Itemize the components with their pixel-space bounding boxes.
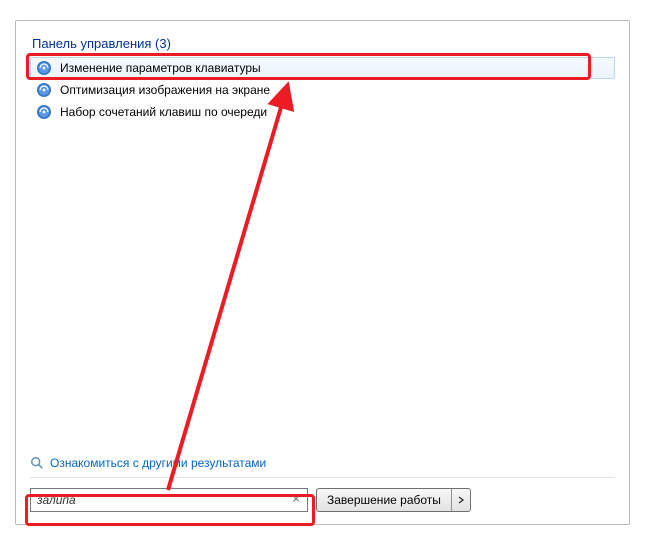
result-label: Оптимизация изображения на экране — [60, 83, 270, 97]
shutdown-options-arrow[interactable] — [452, 489, 470, 511]
more-results-link[interactable]: Ознакомиться с другими результатами — [30, 456, 266, 470]
shutdown-button[interactable]: Завершение работы — [317, 489, 452, 511]
more-results-label: Ознакомиться с другими результатами — [50, 456, 266, 470]
search-input[interactable] — [30, 488, 308, 512]
control-panel-icon — [36, 104, 52, 120]
search-field-wrap: × — [30, 488, 308, 512]
shutdown-label: Завершение работы — [327, 493, 441, 507]
result-item-keyboard-params[interactable]: Изменение параметров клавиатуры — [30, 57, 615, 79]
search-results-list: Изменение параметров клавиатуры Оптимиза… — [30, 57, 615, 123]
result-item-display-optim[interactable]: Оптимизация изображения на экране — [30, 79, 615, 101]
shutdown-split-button: Завершение работы — [316, 488, 471, 512]
control-panel-icon — [36, 82, 52, 98]
result-label: Набор сочетаний клавиш по очереди — [60, 105, 267, 119]
search-icon — [30, 456, 44, 470]
result-item-sticky-keys[interactable]: Набор сочетаний клавиш по очереди — [30, 101, 615, 123]
clear-search-icon[interactable]: × — [289, 492, 303, 506]
result-label: Изменение параметров клавиатуры — [60, 61, 261, 75]
bottom-row: × Завершение работы — [30, 488, 615, 512]
chevron-right-icon — [457, 496, 465, 504]
separator-line — [30, 477, 615, 478]
control-panel-icon — [36, 60, 52, 76]
section-header-control-panel: Панель управления (3) — [30, 36, 615, 51]
start-menu-panel: Панель управления (3) Изменение параметр… — [15, 20, 630, 525]
